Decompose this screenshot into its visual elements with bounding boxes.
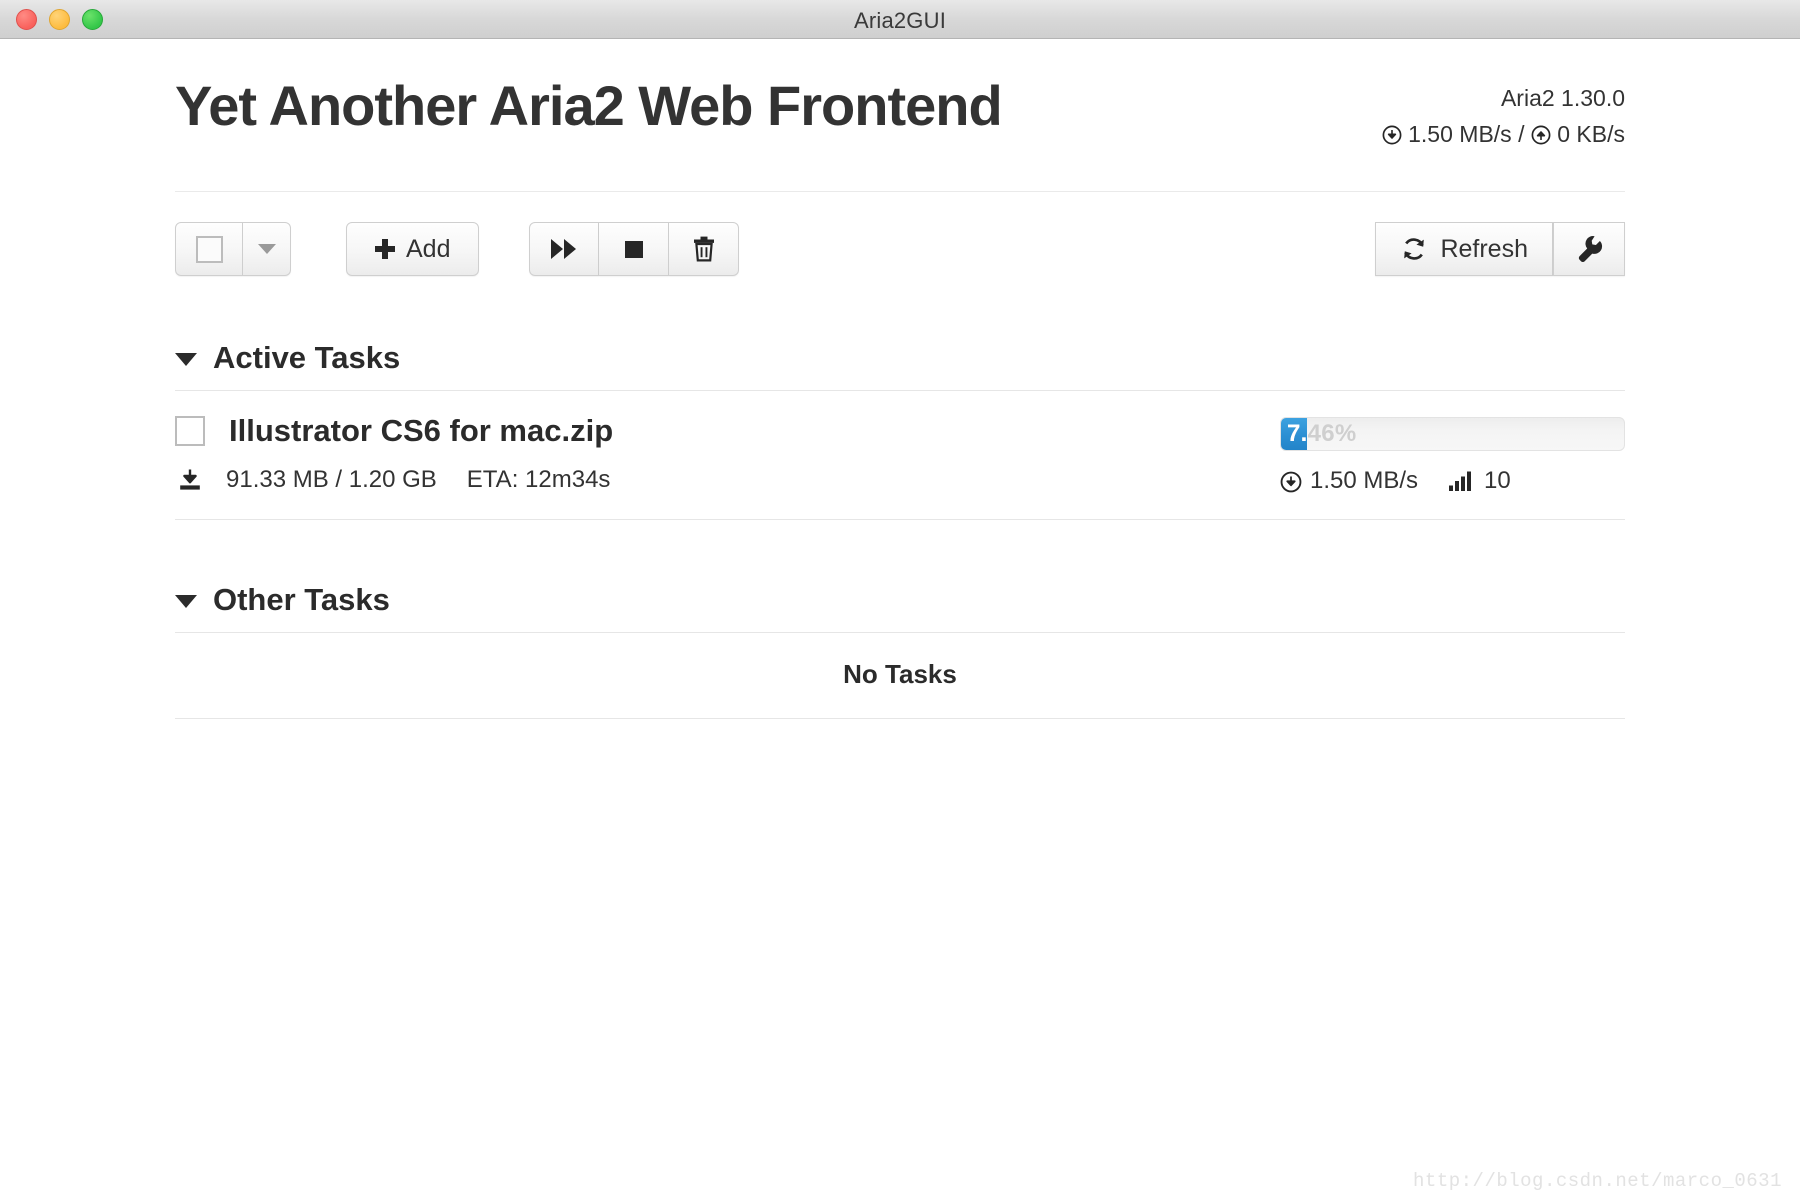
task-size: 91.33 MB / 1.20 GB [226,466,437,493]
trash-icon [691,235,717,263]
select-dropdown-button[interactable] [243,222,291,276]
refresh-button[interactable]: Refresh [1375,222,1553,276]
global-download-speed: 1.50 MB/s [1408,120,1512,147]
page-content: Yet Another Aria2 Web Frontend Aria2 1.3… [0,39,1800,719]
stop-square-icon [621,236,647,262]
chevron-down-icon [175,595,197,608]
fast-forward-icon [549,236,579,262]
other-tasks-section: Other Tasks No Tasks [175,582,1625,719]
window-titlebar: Aria2GUI [0,0,1800,39]
task-actions-group [529,222,740,276]
checkbox-icon [195,235,223,263]
task-name: Illustrator CS6 for mac.zip [229,413,614,448]
app-header: Yet Another Aria2 Web Frontend Aria2 1.3… [175,39,1625,192]
active-tasks-title: Active Tasks [213,340,401,375]
task-connections: 10 [1484,467,1511,494]
task-stats: 1.50 MB/s 10 [1280,467,1625,495]
select-all-group [175,222,291,276]
signal-bars-icon [1448,470,1474,492]
aria2-version: Aria2 1.30.0 [1500,85,1625,111]
select-all-checkbox-button[interactable] [175,222,243,276]
progress-label: 7.46% [1287,420,1307,447]
plus-icon [375,239,395,259]
chevron-down-icon [257,244,276,254]
stop-button[interactable] [599,222,670,276]
global-speeds: 1.50 MB/s / 0 KB/s [1382,117,1625,153]
refresh-icon [1400,235,1428,263]
save-to-disk-icon [178,468,202,492]
active-tasks-section: Active Tasks Illustrator CS6 for mac.zip… [175,340,1625,520]
task-info: Illustrator CS6 for mac.zip 91.33 MB / 1… [175,413,1260,494]
other-tasks-empty-state: No Tasks [175,633,1625,719]
download-circle-icon [1382,125,1402,145]
task-meta: 91.33 MB / 1.20 GB ETA: 12m34s [175,466,1260,494]
other-tasks-header[interactable]: Other Tasks [175,582,1625,633]
page-title: Yet Another Aria2 Web Frontend [175,74,1003,137]
task-checkbox[interactable] [175,416,205,446]
add-group: Add [346,222,480,276]
task-speed: 1.50 MB/s [1310,467,1419,494]
settings-button[interactable] [1553,222,1625,276]
delete-button[interactable] [669,222,740,276]
progress-label-highlight-clip: 7.46% [1281,418,1307,450]
speed-separator: / [1518,120,1525,147]
task-title-line: Illustrator CS6 for mac.zip [175,413,1260,449]
upload-circle-icon [1531,125,1551,145]
progress-bar: 7.46% 7.46% [1280,417,1625,451]
window-title: Aria2GUI [853,8,947,33]
global-stats: Aria2 1.30.0 1.50 MB/s / 0 KB/s [1382,81,1625,152]
global-upload-speed: 0 KB/s [1557,120,1625,147]
refresh-button-label: Refresh [1440,234,1528,263]
active-tasks-header[interactable]: Active Tasks [175,340,1625,391]
chevron-down-icon [175,353,197,366]
other-tasks-title: Other Tasks [213,582,390,617]
main-toolbar: Add Refresh [175,222,1625,278]
watermark: http://blog.csdn.net/marco_0631 [1413,1170,1782,1192]
task-progress-area: 7.46% 7.46% 1.50 MB/s [1280,413,1625,495]
add-button-label: Add [406,234,451,263]
add-task-button[interactable]: Add [346,222,480,276]
table-row[interactable]: Illustrator CS6 for mac.zip 91.33 MB / 1… [175,391,1625,520]
wrench-icon [1575,234,1603,264]
download-circle-icon [1280,471,1302,493]
resume-button[interactable] [529,222,600,276]
task-eta: ETA: 12m34s [466,466,611,493]
toolbar-right-group: Refresh [1375,222,1625,276]
